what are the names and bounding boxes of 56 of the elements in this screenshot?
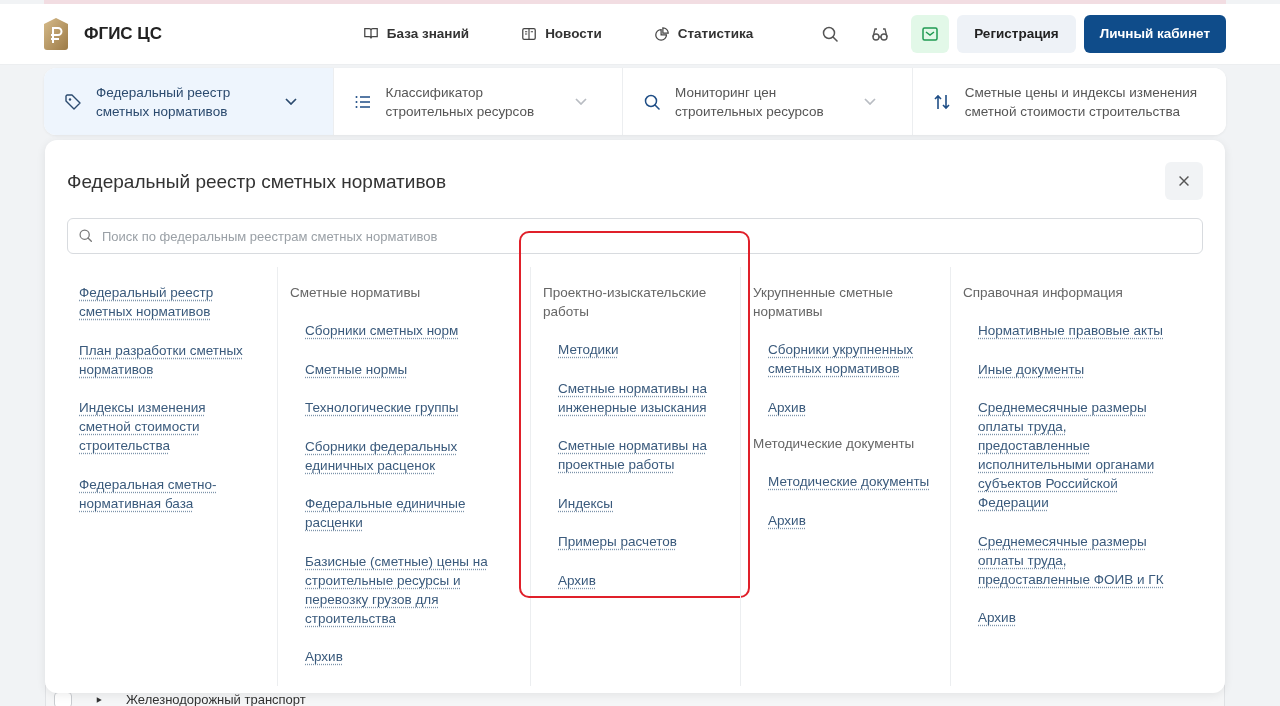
search-field[interactable]: Поиск по федеральным реестрам сметных нормативов xyxy=(67,218,1203,254)
panel-title: Федеральный реестр сметных нормативов xyxy=(67,170,446,194)
expand-triangle-icon[interactable] xyxy=(94,695,104,705)
menu-link[interactable]: Федеральный реестр сметных нормативов xyxy=(79,283,257,321)
menu-link[interactable]: Индексы xyxy=(558,493,614,513)
search-icon xyxy=(821,25,840,43)
menu-link[interactable]: Архив xyxy=(768,397,806,417)
menu-link[interactable]: Индексы изменения сметной стоимости строительства xyxy=(79,398,257,455)
tag-icon xyxy=(64,92,82,111)
register-button[interactable]: Регистрация xyxy=(957,15,1076,53)
menu-link[interactable]: Сборники федеральных единичных расценок xyxy=(305,436,505,475)
menu-link[interactable]: Сборники сметных норм xyxy=(305,321,459,340)
menu-link[interactable]: Архив xyxy=(768,510,806,530)
nav-tab[interactable]: Федеральный реестр сметных нормативов xyxy=(44,68,334,135)
menu-link[interactable]: Методические документы xyxy=(768,472,930,491)
nav-tab[interactable]: Классификатор строительных ресурсов xyxy=(333,68,624,135)
search-icon xyxy=(78,228,93,243)
menu-link[interactable]: Иные документы xyxy=(978,359,1085,379)
envelope-icon xyxy=(921,25,940,43)
column-heading: Методические документы xyxy=(753,435,916,453)
menu-link[interactable]: Методики xyxy=(558,340,619,359)
menu-link[interactable]: Федеральная сметно-нормативная база xyxy=(79,474,257,513)
menu-link[interactable]: Сметные нормативы на проектные работы xyxy=(558,436,726,474)
menu-link[interactable]: Среднемесячные размеры оплаты труда, предоставленные исполнительными органами субъектов Российской Федерации xyxy=(978,398,1178,512)
close-button[interactable] xyxy=(1165,162,1203,200)
menu-link[interactable]: Базисные (сметные) цены на строительные ресурсы и перевозку грузов для строительства xyxy=(305,551,505,628)
menu-link[interactable]: Нормативные правовые акты xyxy=(978,321,1163,340)
nav-tab[interactable]: Сметные цены и индексы изменения сметной стоимости строительства xyxy=(912,68,1226,135)
glasses-icon xyxy=(871,25,890,43)
menu-link[interactable]: Архив xyxy=(978,608,1016,627)
column-heading: Укрупненные сметные нормативы xyxy=(753,284,895,321)
nav-link[interactable]: Статистика xyxy=(653,23,754,45)
menu-link[interactable]: Примеры расчетов xyxy=(558,532,677,551)
pie-chart-icon xyxy=(653,26,670,42)
menu-link[interactable]: Сборники укрупненных сметных нормативов xyxy=(768,340,933,378)
menu-link[interactable]: Среднемесячные размеры оплаты труда, предоставленные ФОИВ и ГК xyxy=(978,531,1178,589)
column-heading: Справочная информация xyxy=(963,284,1124,302)
logo-icon[interactable] xyxy=(44,18,68,50)
logo-text: ФГИС ЦС xyxy=(84,23,163,46)
menu-link[interactable]: Технологические группы xyxy=(305,398,459,417)
mail-button[interactable] xyxy=(911,15,950,53)
column-heading: Проектно-изыскательские работы xyxy=(543,284,708,321)
menu-link[interactable]: Архив xyxy=(558,570,596,590)
menu-link[interactable]: Сметные нормативы на инженерные изыскания xyxy=(558,378,726,417)
nav-link[interactable]: Новости xyxy=(521,23,602,45)
menu-link[interactable]: Федеральные единичные расценки xyxy=(305,494,505,532)
nav-link[interactable]: База знаний xyxy=(362,23,470,45)
column-heading: Сметные нормативы xyxy=(290,284,422,302)
menu-link[interactable]: Архив xyxy=(305,647,343,666)
menu-link[interactable]: Сметные нормы xyxy=(305,359,408,379)
cabinet-button[interactable]: Личный кабинет xyxy=(1083,15,1226,53)
nav-tab[interactable]: Мониторинг цен строительных ресурсов xyxy=(623,68,913,135)
menu-link[interactable]: План разработки сметных нормативов xyxy=(79,340,257,379)
search-icon xyxy=(643,92,662,111)
newspaper-icon xyxy=(521,26,538,42)
sort-arrows-icon xyxy=(932,92,951,111)
